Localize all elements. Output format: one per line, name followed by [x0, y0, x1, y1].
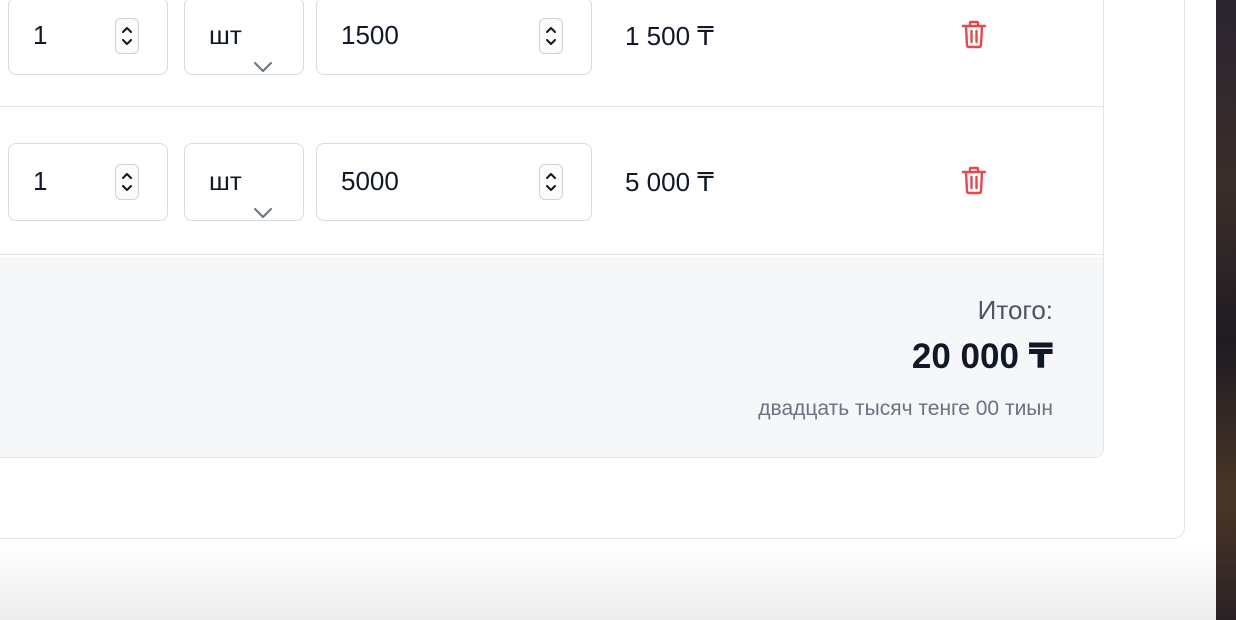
- total-in-words: двадцать тысяч тенге 00 тиын: [758, 397, 1053, 420]
- trash-icon: [960, 165, 988, 200]
- line-total: 1 500 ₸: [625, 21, 714, 51]
- quantity-stepper[interactable]: 1: [8, 0, 168, 75]
- delete-row-button[interactable]: [959, 0, 989, 75]
- chevron-down-icon: [253, 28, 273, 103]
- price-field[interactable]: 1500: [316, 0, 592, 75]
- unit-value: шт: [209, 20, 242, 50]
- total-value: 20 000 ₸: [911, 337, 1053, 376]
- stepper-icon[interactable]: [539, 18, 563, 54]
- unit-select[interactable]: шт: [184, 143, 304, 221]
- chevron-down-icon: [253, 174, 273, 249]
- items-table: 1 шт 1500 1 500 ₸ 1 шт 5000 5 000 ₸ Итог…: [0, 0, 1104, 458]
- stepper-icon[interactable]: [115, 164, 139, 200]
- stepper-icon[interactable]: [115, 18, 139, 54]
- app-window: 1 шт 1500 1 500 ₸ 1 шт 5000 5 000 ₸ Итог…: [0, 0, 1216, 620]
- unit-value: шт: [209, 166, 242, 196]
- price-field[interactable]: 5000: [316, 143, 592, 221]
- quantity-value: 1: [33, 20, 48, 50]
- table-row: 1 шт 1500 1 500 ₸: [0, 0, 1103, 107]
- quantity-stepper[interactable]: 1: [8, 143, 168, 221]
- quantity-value: 1: [33, 166, 48, 196]
- trash-icon: [960, 19, 988, 54]
- price-value: 1500: [341, 20, 399, 50]
- totals-footer: Итого: 20 000 ₸ двадцать тысяч тенге 00 …: [0, 257, 1103, 457]
- table-row: 1 шт 5000 5 000 ₸: [0, 109, 1103, 255]
- unit-select[interactable]: шт: [184, 0, 304, 75]
- price-value: 5000: [341, 166, 399, 196]
- delete-row-button[interactable]: [959, 143, 989, 221]
- desktop-wallpaper: [1216, 0, 1236, 620]
- stepper-icon[interactable]: [539, 164, 563, 200]
- line-total: 5 000 ₸: [625, 167, 714, 197]
- total-label: Итого:: [977, 295, 1053, 325]
